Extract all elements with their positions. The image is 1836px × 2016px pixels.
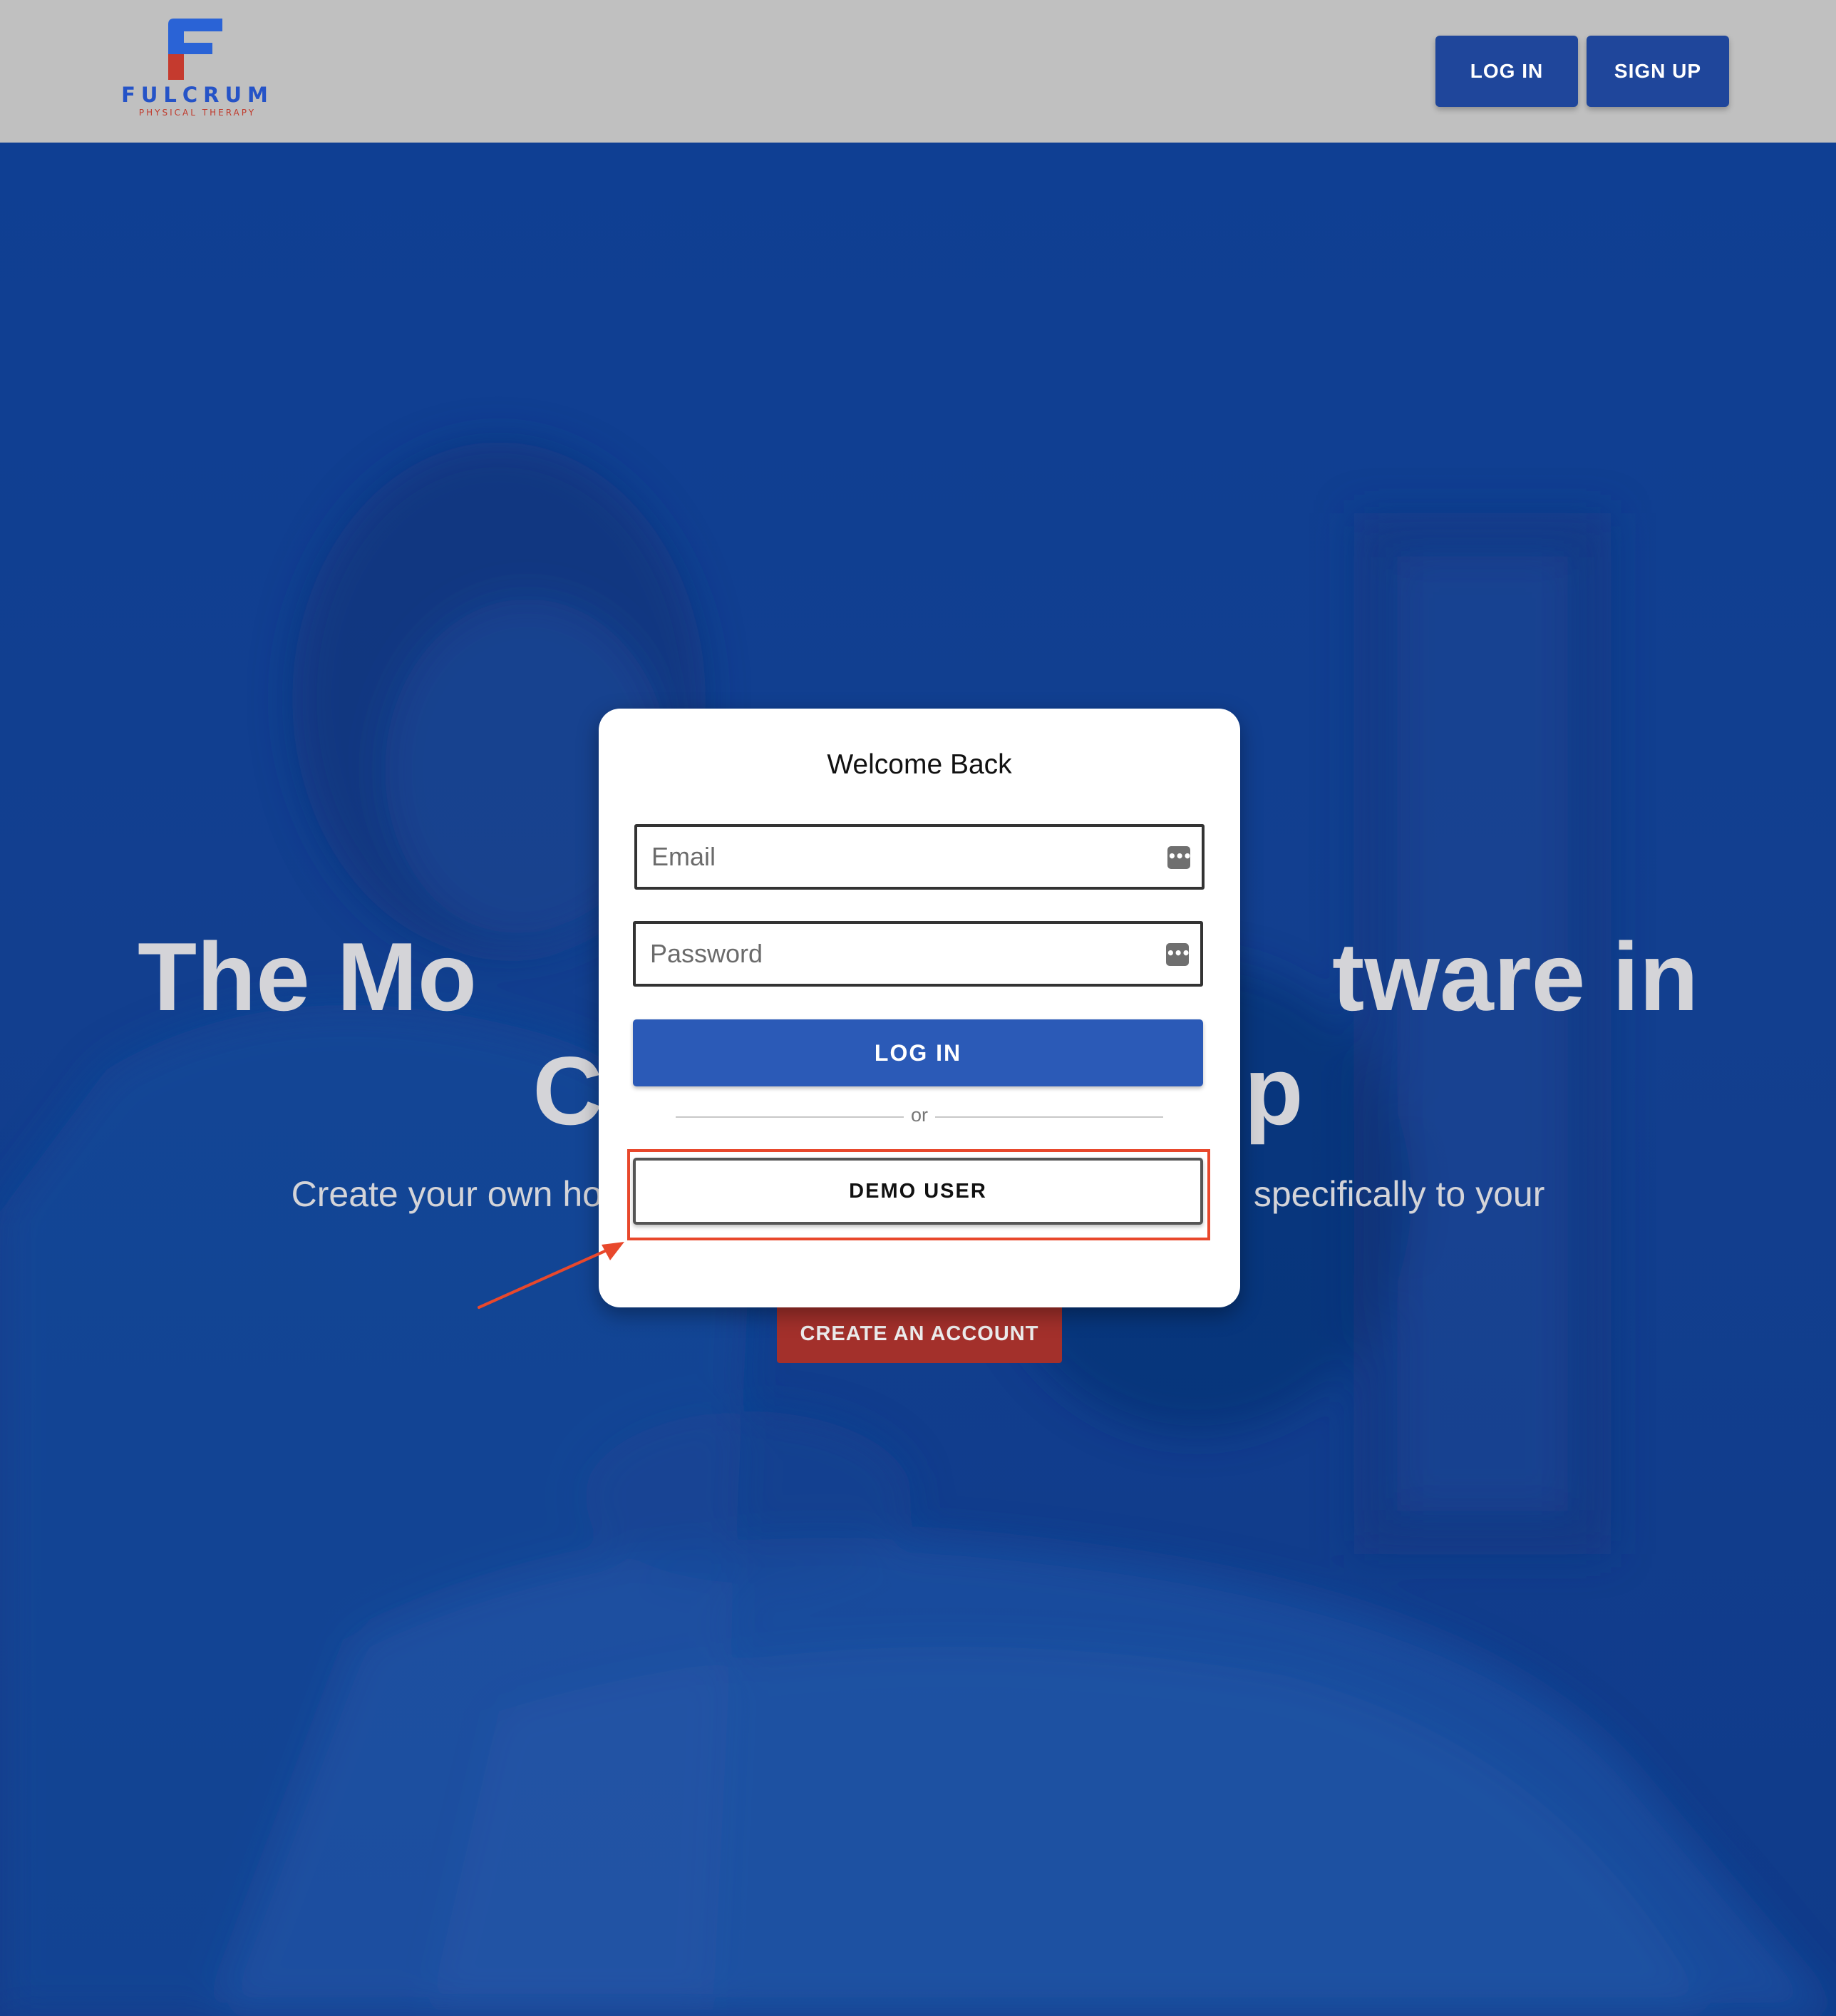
logo-wordmark: FULCRUM bbox=[121, 83, 274, 107]
password-input[interactable] bbox=[636, 924, 1200, 984]
password-field[interactable]: ••• bbox=[633, 921, 1203, 987]
hero-title-text-1: The bbox=[138, 922, 337, 1031]
email-input[interactable] bbox=[637, 827, 1202, 887]
logo-f-mark-icon bbox=[168, 19, 222, 80]
divider-line-right bbox=[935, 1116, 1163, 1118]
create-account-button[interactable]: CREATE AN ACCOUNT bbox=[777, 1305, 1062, 1363]
header-signup-button[interactable]: SIGN UP bbox=[1587, 36, 1729, 107]
hero-title-line2-left: C bbox=[532, 1037, 603, 1145]
email-field[interactable]: ••• bbox=[634, 824, 1205, 890]
divider-text: or bbox=[910, 1104, 928, 1126]
hero-title-bold: Mo bbox=[336, 922, 478, 1031]
hero-subtitle-right: specifically to your bbox=[1243, 1174, 1545, 1214]
ellipsis-key-icon[interactable]: ••• bbox=[1166, 943, 1190, 966]
header-login-button[interactable]: LOG IN bbox=[1435, 36, 1578, 107]
logo-tagline: PHYSICAL THERAPY bbox=[138, 108, 257, 118]
hero-subtitle-left: Create your own ho bbox=[291, 1174, 602, 1214]
ellipsis-key-icon[interactable]: ••• bbox=[1167, 846, 1192, 869]
hero-title-text-2: tware in bbox=[1332, 922, 1698, 1031]
demo-user-button[interactable]: DEMO USER bbox=[633, 1158, 1203, 1225]
fulcrum-logo[interactable]: FULCRUM PHYSICAL THERAPY bbox=[103, 17, 292, 121]
login-modal: Welcome Back ••• ••• LOG IN or DEMO USER bbox=[599, 709, 1240, 1307]
or-divider: or bbox=[676, 1098, 1163, 1133]
modal-title: Welcome Back bbox=[827, 749, 1012, 780]
site-header: FULCRUM PHYSICAL THERAPY LOG IN SIGN UP bbox=[0, 0, 1836, 143]
hero-title-line2-right: p bbox=[1244, 1037, 1304, 1145]
modal-login-button[interactable]: LOG IN bbox=[633, 1019, 1203, 1086]
